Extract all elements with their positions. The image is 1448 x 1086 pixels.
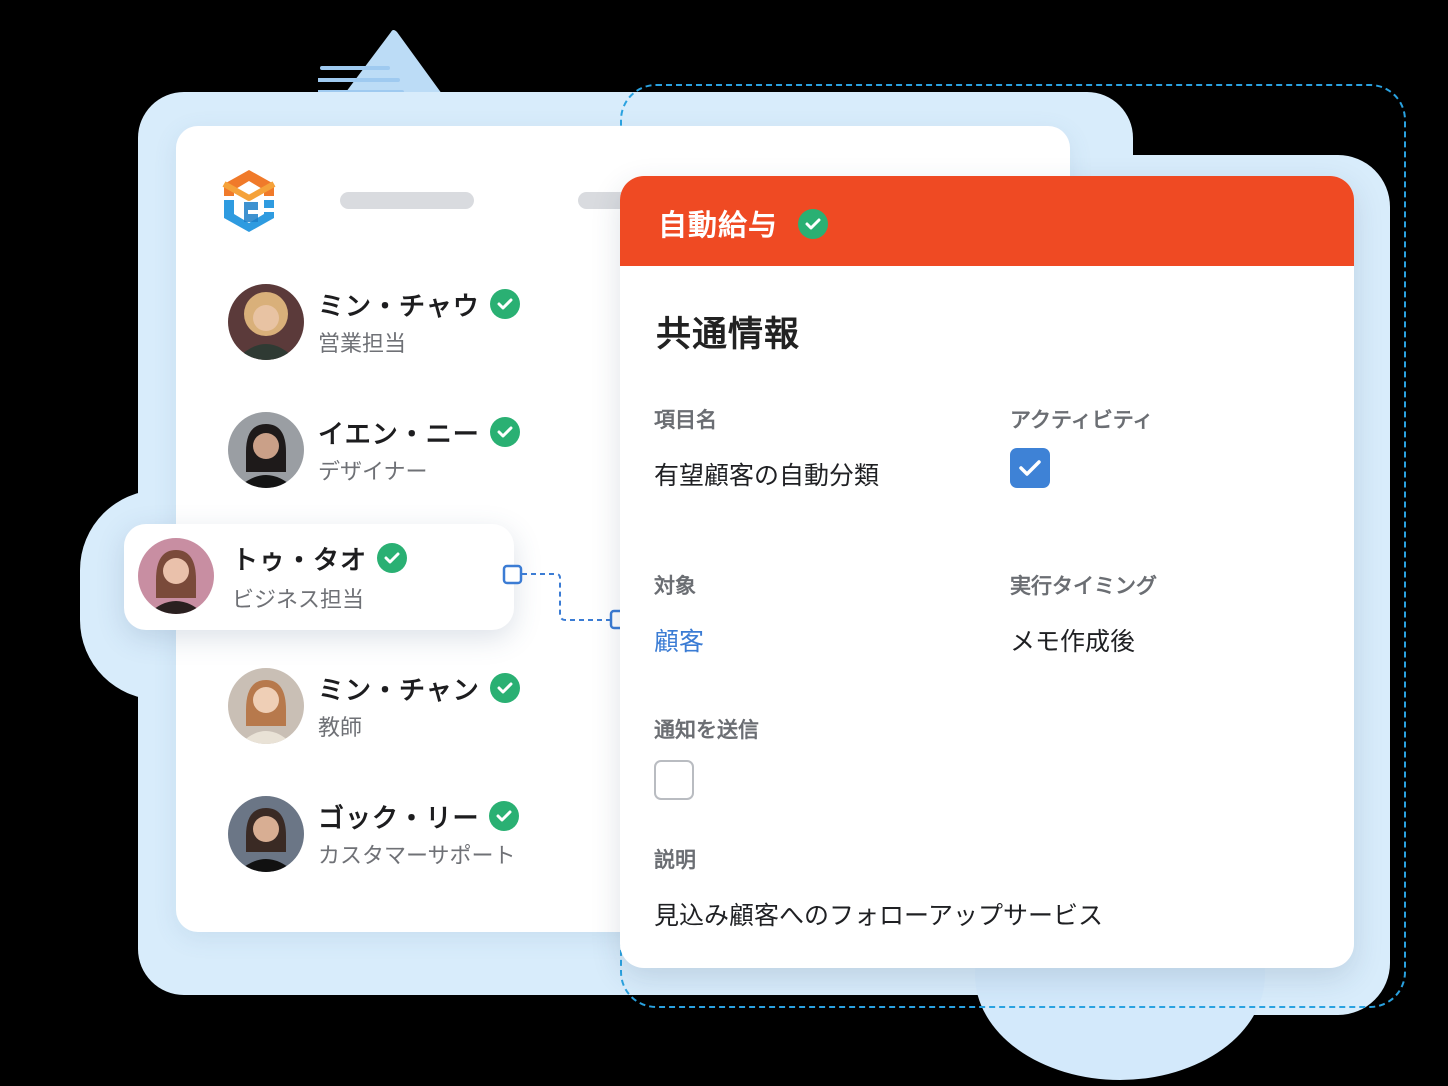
avatar: [138, 538, 214, 614]
contact-role: 営業担当: [318, 332, 407, 357]
contact-item[interactable]: ミン・チャン 教師: [228, 668, 608, 748]
contact-role: 教師: [318, 716, 363, 741]
placeholder-bar: [340, 192, 474, 209]
contact-item[interactable]: ミン・チャウ 営業担当: [228, 284, 608, 364]
contact-name: ミン・チャウ: [318, 286, 520, 323]
activity-checkbox[interactable]: [1010, 448, 1050, 488]
description-label: 説明: [654, 848, 696, 872]
automation-detail-panel: 自動給与 共通情報 項目名 有望顧客の自動分類 アクティビティ 対象 顧客 実行…: [620, 176, 1354, 968]
target-link[interactable]: 顧客: [654, 622, 704, 658]
timing-value[interactable]: メモ作成後: [1010, 622, 1135, 658]
section-title: 共通情報: [656, 315, 801, 355]
item-name-value[interactable]: 有望顧客の自動分類: [654, 456, 879, 492]
contact-item[interactable]: ゴック・リー カスタマーサポート: [228, 796, 608, 876]
contact-role: ビジネス担当: [232, 588, 365, 613]
notify-checkbox[interactable]: [654, 760, 694, 800]
selected-contact-card[interactable]: トゥ・タオ ビジネス担当: [124, 524, 514, 630]
contact-name: ミン・チャン: [318, 670, 520, 707]
connector-line: [500, 560, 635, 635]
avatar: [228, 412, 304, 488]
panel-header: 自動給与: [620, 176, 1354, 266]
contact-role: デザイナー: [318, 460, 428, 485]
app-logo: [218, 166, 280, 236]
verified-check-icon: [798, 209, 829, 239]
checkmark-icon: [1019, 460, 1041, 476]
connector-handle[interactable]: [502, 564, 523, 585]
activity-label: アクティビティ: [1010, 408, 1154, 432]
description-value[interactable]: 見込み顧客へのフォローアップサービス: [654, 896, 1103, 932]
contact-item[interactable]: イエン・ニー デザイナー: [228, 412, 608, 492]
verified-check-icon: [489, 289, 520, 319]
notify-label: 通知を送信: [654, 718, 759, 742]
timing-label: 実行タイミング: [1010, 574, 1157, 598]
verified-check-icon: [489, 673, 520, 703]
item-name-label: 項目名: [654, 408, 717, 432]
contact-role: カスタマーサポート: [318, 844, 516, 869]
contact-name: イエン・ニー: [318, 414, 520, 451]
verified-check-icon: [489, 417, 520, 447]
avatar: [228, 284, 304, 360]
contact-name: トゥ・タオ: [232, 540, 408, 577]
verified-check-icon: [377, 543, 408, 573]
avatar: [228, 796, 304, 872]
contact-name: ゴック・リー: [318, 798, 520, 835]
panel-title: 自動給与: [658, 202, 829, 244]
verified-check-icon: [489, 801, 520, 831]
avatar: [228, 668, 304, 744]
target-label: 対象: [654, 574, 696, 598]
